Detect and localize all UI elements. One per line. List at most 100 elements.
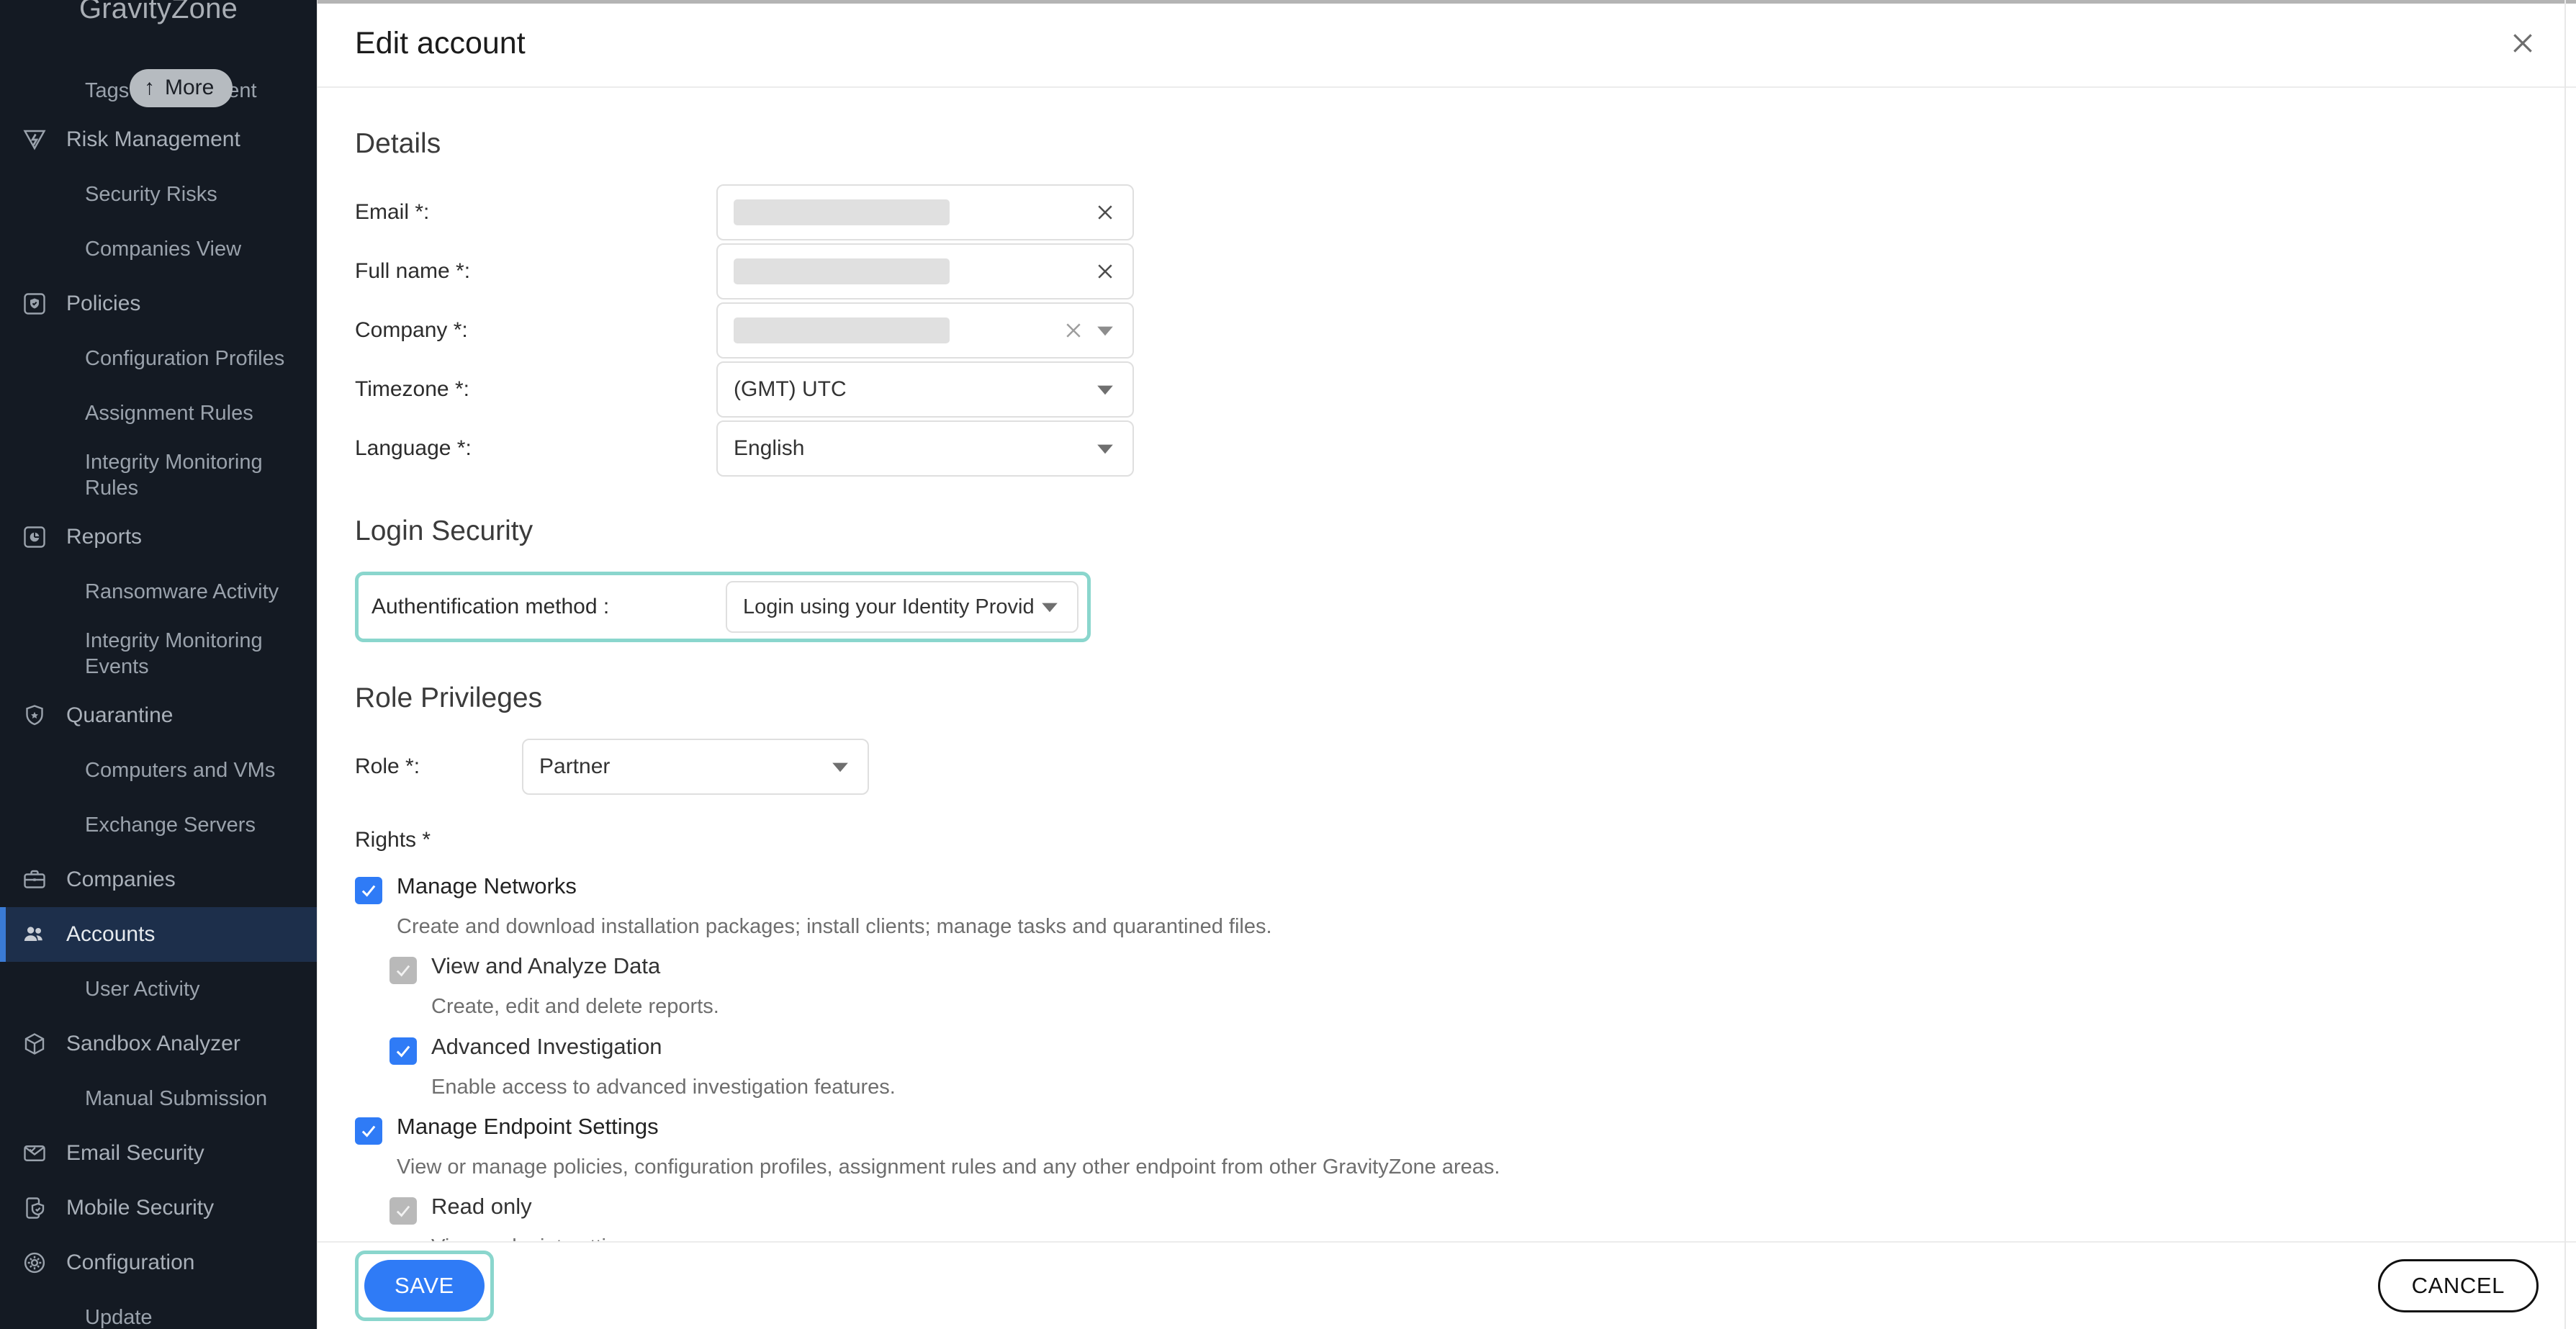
sidebar: GravityZone Tags Management ↑ More Risk …: [0, 0, 317, 1329]
chevron-down-icon[interactable]: [1089, 433, 1121, 464]
sidebar-item-manual-submission[interactable]: Manual Submission: [0, 1071, 317, 1126]
sidebar-item-ransomware-activity[interactable]: Ransomware Activity: [0, 564, 317, 619]
mail-check-icon: [19, 1137, 50, 1169]
save-button-focus-ring: SAVE: [355, 1251, 494, 1321]
sidebar-item-label: Accounts: [66, 922, 155, 947]
sidebar-item-label: Exchange Servers: [85, 812, 256, 838]
role-label: Role *:: [355, 754, 522, 779]
timezone-select[interactable]: (GMT) UTC: [716, 361, 1134, 418]
field-row-timezone: Timezone *: (GMT) UTC: [355, 361, 2539, 418]
right-name: Manage Endpoint Settings: [397, 1114, 659, 1139]
full-name-field[interactable]: [716, 243, 1134, 299]
role-privileges-heading: Role Privileges: [355, 682, 2539, 714]
full-name-label: Full name *:: [355, 259, 716, 284]
field-row-role: Role *: Partner: [355, 739, 2539, 795]
clear-email-icon[interactable]: [1089, 197, 1121, 228]
sidebar-item-label: Policies: [66, 292, 140, 316]
sidebar-item-sandbox-analyzer[interactable]: Sandbox Analyzer: [0, 1017, 317, 1071]
sidebar-item-label: Manual Submission: [85, 1086, 267, 1112]
more-button[interactable]: ↑ More: [130, 69, 233, 107]
sidebar-item-label: Ransomware Activity: [85, 579, 279, 605]
company-field[interactable]: [716, 302, 1134, 359]
right-name: View and Analyze Data: [431, 954, 660, 978]
sidebar-item-accounts[interactable]: Accounts: [0, 907, 317, 962]
sidebar-brand: GravityZone: [0, 0, 317, 17]
email-redacted-value: [734, 199, 950, 225]
sidebar-item-update[interactable]: Update: [0, 1290, 317, 1329]
briefcase-icon: [19, 864, 50, 896]
full-name-redacted-value: [734, 258, 950, 284]
sidebar-item-label: Computers and VMs: [85, 757, 275, 783]
right-name: Manage Networks: [397, 874, 577, 898]
chevron-down-icon[interactable]: [1089, 315, 1121, 346]
save-button[interactable]: SAVE: [364, 1260, 485, 1312]
sidebar-item-exchange-servers[interactable]: Exchange Servers: [0, 798, 317, 852]
language-select[interactable]: English: [716, 420, 1134, 477]
sidebar-item-risk-management[interactable]: Risk Management: [0, 112, 317, 167]
sidebar-item-label: Integrity Monitoring Events: [85, 628, 304, 680]
sidebar-item-security-risks[interactable]: Security Risks: [0, 167, 317, 222]
authentification-method-select[interactable]: Login using your Identity Provid...: [726, 581, 1078, 633]
sidebar-item-label: Mobile Security: [66, 1196, 214, 1220]
language-label: Language *:: [355, 436, 716, 461]
quarantine-shield-icon: [19, 700, 50, 731]
language-value: English: [734, 436, 804, 461]
sidebar-item-integrity-monitoring-rules[interactable]: Integrity Monitoring Rules: [0, 441, 317, 510]
mobile-shield-icon: [19, 1192, 50, 1224]
close-icon[interactable]: [2501, 22, 2544, 65]
right-description: Enable access to advanced investigation …: [431, 1074, 2539, 1100]
sidebar-item-label: Companies View: [85, 236, 241, 262]
email-label: Email *:: [355, 200, 716, 225]
role-value: Partner: [539, 754, 610, 779]
sidebar-item-companies-view[interactable]: Companies View: [0, 222, 317, 276]
sidebar-item-label: Configuration: [66, 1251, 194, 1275]
checkbox-view-and-analyze-data: [389, 957, 417, 984]
field-row-email: Email *:: [355, 184, 2539, 240]
users-icon: [19, 919, 50, 950]
checkbox-manage-endpoint-settings[interactable]: [355, 1117, 382, 1145]
sidebar-item-label: Reports: [66, 525, 142, 549]
sidebar-item-reports[interactable]: Reports: [0, 510, 317, 564]
clear-full-name-icon[interactable]: [1089, 256, 1121, 287]
sidebar-item-assignment-rules[interactable]: Assignment Rules: [0, 386, 317, 441]
cube-icon: [19, 1028, 50, 1060]
sidebar-item-integrity-monitoring-events[interactable]: Integrity Monitoring Events: [0, 619, 317, 688]
sidebar-item-email-security[interactable]: Email Security: [0, 1126, 317, 1181]
email-field[interactable]: [716, 184, 1134, 240]
sidebar-item-user-activity[interactable]: User Activity: [0, 962, 317, 1017]
sidebar-item-label: Security Risks: [85, 181, 217, 207]
risk-icon: [19, 124, 50, 156]
cancel-button[interactable]: CANCEL: [2378, 1259, 2539, 1312]
checkbox-manage-networks[interactable]: [355, 877, 382, 904]
sidebar-item-mobile-security[interactable]: Mobile Security: [0, 1181, 317, 1235]
chevron-down-icon[interactable]: [1089, 374, 1121, 405]
sidebar-item-configuration[interactable]: Configuration: [0, 1235, 317, 1290]
clear-company-icon[interactable]: [1058, 315, 1089, 346]
sidebar-item-quarantine[interactable]: Quarantine: [0, 688, 317, 743]
sidebar-item-label: Update: [85, 1305, 153, 1329]
sidebar-item-computers-and-vms[interactable]: Computers and VMs: [0, 743, 317, 798]
chevron-down-icon[interactable]: [1034, 591, 1066, 623]
arrow-up-icon: ↑: [144, 76, 155, 100]
sidebar-item-companies[interactable]: Companies: [0, 852, 317, 907]
right-manage-endpoint-settings: Manage Endpoint Settings View or manage …: [355, 1114, 2539, 1180]
field-row-company: Company *:: [355, 302, 2539, 359]
right-description: Create and download installation package…: [397, 914, 2539, 940]
role-select[interactable]: Partner: [522, 739, 869, 795]
right-view-and-analyze-data: View and Analyze Data Create, edit and d…: [389, 954, 2539, 1019]
checkbox-advanced-investigation[interactable]: [389, 1037, 417, 1065]
chevron-down-icon[interactable]: [824, 751, 856, 783]
sidebar-item-label: Integrity Monitoring Rules: [85, 449, 304, 502]
sidebar-item-configuration-profiles[interactable]: Configuration Profiles: [0, 331, 317, 386]
sidebar-item-label: Sandbox Analyzer: [66, 1032, 240, 1056]
company-label: Company *:: [355, 318, 716, 343]
sidebar-item-label: Quarantine: [66, 703, 173, 728]
right-name: Advanced Investigation: [431, 1035, 662, 1059]
right-manage-networks: Manage Networks Create and download inst…: [355, 874, 2539, 940]
right-read-only: Read only View endpoint settings.: [389, 1194, 2539, 1241]
modal-header: Edit account: [318, 0, 2576, 88]
right-description: Create, edit and delete reports.: [431, 994, 2539, 1019]
sidebar-item-policies[interactable]: Policies: [0, 276, 317, 331]
rights-label: Rights *: [355, 828, 2539, 852]
sidebar-item-label: User Activity: [85, 976, 200, 1002]
